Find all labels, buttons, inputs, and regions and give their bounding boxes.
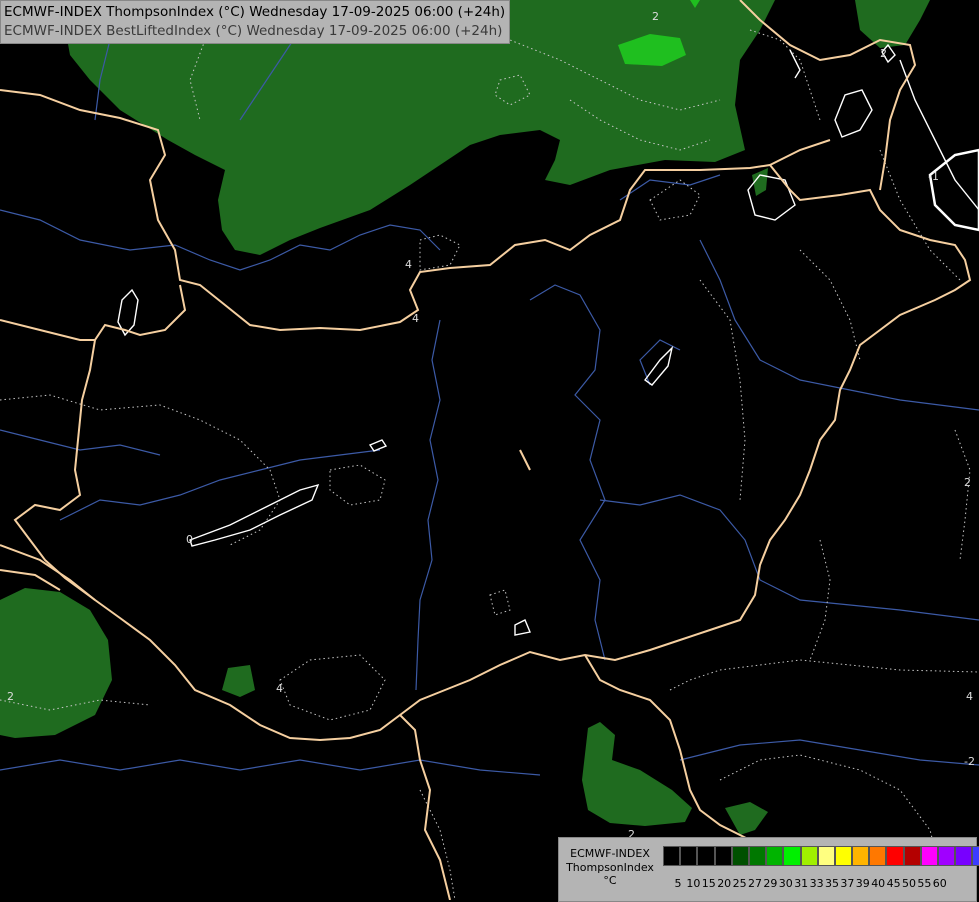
legend-swatch bbox=[766, 846, 784, 866]
contour-label: 4 bbox=[966, 690, 973, 703]
legend-tick-label: 33 bbox=[809, 877, 824, 890]
legend-swatch bbox=[955, 846, 973, 866]
legend-tick-label: 5 bbox=[674, 877, 682, 890]
legend-swatch bbox=[852, 846, 870, 866]
map-title-box: ECMWF-INDEX ThompsonIndex (°C) Wednesday… bbox=[0, 0, 511, 44]
contour-label: 4 bbox=[412, 312, 419, 325]
contour-label: 2 bbox=[7, 690, 14, 703]
legend-swatch bbox=[886, 846, 904, 866]
legend-tick-label: 25 bbox=[732, 877, 747, 890]
legend-tick-label: 60 bbox=[932, 877, 947, 890]
legend-swatch bbox=[783, 846, 801, 866]
legend-parameter-label: ThompsonIndex bbox=[566, 860, 654, 874]
color-legend: ECMWF-INDEX ThompsonIndex °C 5 10 15 20 25 27… bbox=[558, 837, 979, 902]
legend-swatch bbox=[714, 846, 732, 866]
legend-swatch bbox=[938, 846, 956, 866]
legend-swatch bbox=[680, 846, 698, 866]
contour-label: -1 bbox=[928, 170, 939, 183]
legend-swatch bbox=[920, 846, 938, 866]
title-best-lifted-index: ECMWF-INDEX BestLiftedIndex (°C) Wednesd… bbox=[4, 23, 503, 39]
contour-label: 2 bbox=[652, 10, 659, 23]
legend-swatch bbox=[731, 846, 749, 866]
legend-tick-label: 39 bbox=[855, 877, 870, 890]
contour-label: 2 bbox=[880, 47, 887, 60]
legend-tick-label: 29 bbox=[763, 877, 778, 890]
contour-label: -2 bbox=[964, 755, 975, 768]
legend-tick-label: 20 bbox=[717, 877, 732, 890]
legend-swatch bbox=[817, 846, 835, 866]
legend-label: ECMWF-INDEX ThompsonIndex °C bbox=[561, 847, 659, 888]
legend-tick-label: 15 bbox=[701, 877, 716, 890]
legend-swatch bbox=[663, 846, 681, 866]
legend-tick-label: 40 bbox=[871, 877, 886, 890]
legend-swatch bbox=[972, 846, 979, 866]
legend-tick-label: 30 bbox=[778, 877, 793, 890]
legend-swatch bbox=[834, 846, 853, 866]
legend-tick-label: 27 bbox=[748, 877, 762, 890]
legend-swatches bbox=[663, 846, 979, 866]
weather-map: 2 4 -1 2 2 4 2 -2 4 2 0 4 bbox=[0, 0, 979, 900]
legend-tick-label: 45 bbox=[886, 877, 901, 890]
legend-swatch bbox=[869, 846, 887, 866]
legend-tick-label: 10 bbox=[686, 877, 701, 890]
legend-unit-label: °C bbox=[603, 874, 617, 887]
legend-tick-label: 55 bbox=[917, 877, 932, 890]
legend-tick-label: 37 bbox=[840, 877, 855, 890]
legend-swatch bbox=[903, 846, 921, 866]
contour-label: 4 bbox=[276, 682, 283, 695]
contour-label: 4 bbox=[405, 258, 412, 271]
title-thompson-index: ECMWF-INDEX ThompsonIndex (°C) Wednesday… bbox=[4, 4, 506, 20]
legend-tick-label: 31 bbox=[794, 877, 809, 890]
contour-label: 0 bbox=[186, 533, 193, 546]
legend-model-label: ECMWF-INDEX bbox=[570, 847, 650, 860]
legend-tick-label: 50 bbox=[902, 877, 916, 890]
legend-swatch bbox=[748, 846, 767, 866]
legend-swatch bbox=[697, 846, 715, 866]
contour-label: 2 bbox=[964, 476, 971, 489]
legend-swatch bbox=[800, 846, 818, 866]
legend-tick-label: 35 bbox=[825, 877, 839, 890]
